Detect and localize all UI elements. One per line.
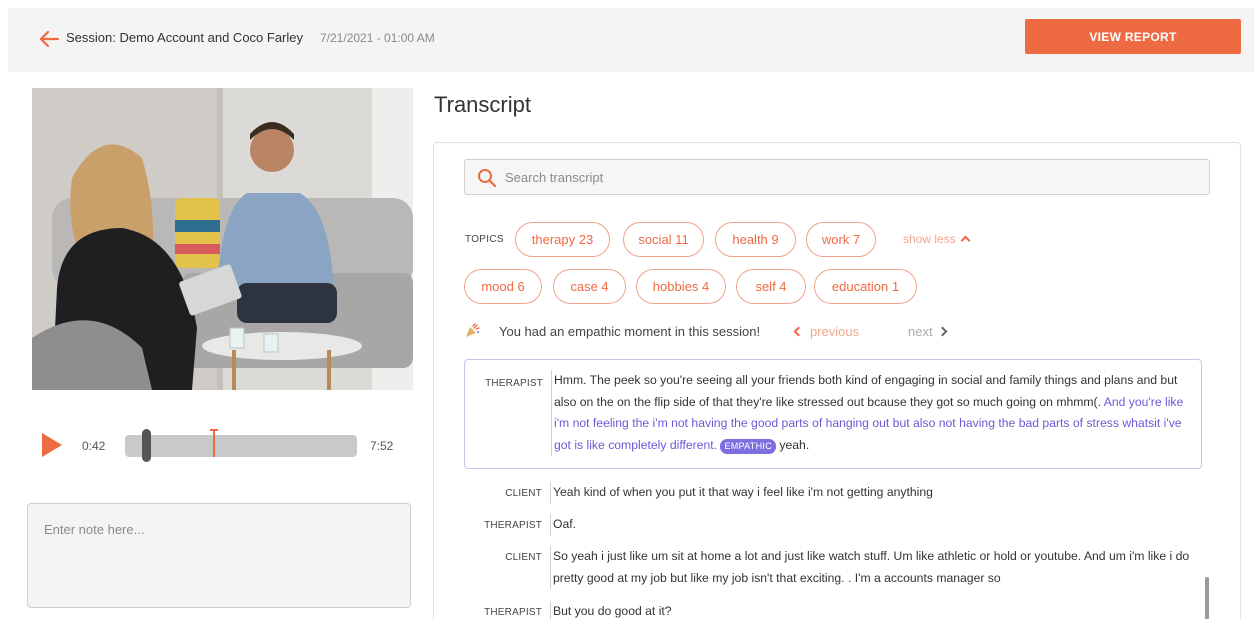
session-date: 7/21/2021 - 01:00 AM xyxy=(320,31,435,45)
topic-chip-health[interactable]: health 9 xyxy=(715,222,796,257)
progress-track[interactable] xyxy=(125,435,357,457)
topic-chip-hobbies[interactable]: hobbies 4 xyxy=(636,269,726,304)
transcript-entry-empathic[interactable]: THERAPIST Hmm. The peek so you're seeing… xyxy=(464,359,1202,469)
session-video[interactable] xyxy=(32,88,413,390)
topic-chip-education[interactable]: education 1 xyxy=(814,269,917,304)
entry-text: Yeah kind of when you put it that way i … xyxy=(550,482,1190,504)
session-header: Session: Demo Account and Coco Farley 7/… xyxy=(8,8,1254,72)
transcript-entries: THERAPIST Hmm. The peek so you're seeing… xyxy=(464,359,1210,619)
topic-chip-case[interactable]: case 4 xyxy=(553,269,626,304)
video-frame xyxy=(32,88,413,390)
speaker-label: THERAPIST xyxy=(484,607,542,618)
show-less-toggle[interactable]: show less xyxy=(903,232,971,246)
search-input[interactable] xyxy=(505,160,1195,194)
play-icon[interactable] xyxy=(42,433,62,457)
empathic-moment-banner: You had an empathic moment in this sessi… xyxy=(464,321,1204,341)
entry-text: Oaf. xyxy=(550,514,1190,536)
view-report-button[interactable]: VIEW REPORT xyxy=(1025,19,1241,54)
session-title: Session: Demo Account and Coco Farley xyxy=(66,30,304,45)
total-time: 7:52 xyxy=(370,439,394,453)
party-popper-icon xyxy=(466,323,480,337)
previous-moment-link[interactable]: previous xyxy=(793,324,859,339)
speaker-label: CLIENT xyxy=(505,552,542,563)
speaker-label: CLIENT xyxy=(505,488,542,499)
entry-text: Hmm. The peek so you're seeing all your … xyxy=(551,370,1191,456)
topics-label: TOPICS xyxy=(465,234,504,245)
speaker-label: THERAPIST xyxy=(485,378,543,389)
transcript-entry[interactable]: THERAPIST Oaf. xyxy=(464,514,1202,538)
topic-chip-social[interactable]: social 11 xyxy=(623,222,704,257)
entry-text: So yeah i just like um sit at home a lot… xyxy=(550,546,1190,589)
transcript-entry[interactable]: CLIENT So yeah i just like um sit at hom… xyxy=(464,546,1202,592)
transcript-entry[interactable]: CLIENT Yeah kind of when you put it that… xyxy=(464,482,1202,506)
speaker-label: THERAPIST xyxy=(484,520,542,531)
chevron-up-icon xyxy=(960,235,971,246)
audio-player: 0:42 7:52 xyxy=(32,425,413,465)
empathic-moment-marker[interactable] xyxy=(210,429,218,457)
progress-thumb[interactable] xyxy=(141,429,151,462)
topic-chip-self[interactable]: self 4 xyxy=(736,269,806,304)
empathic-tag: EMPATHIC xyxy=(720,438,777,454)
search-icon xyxy=(478,169,497,188)
transcript-entry[interactable]: THERAPIST But you do good at it? xyxy=(464,601,1202,619)
entry-text: But you do good at it? xyxy=(550,601,1190,619)
empathic-message: You had an empathic moment in this sessi… xyxy=(499,324,761,339)
topic-chip-work[interactable]: work 7 xyxy=(806,222,876,257)
transcript-scrollbar[interactable] xyxy=(1205,577,1209,619)
chevron-left-icon xyxy=(793,326,804,337)
chevron-right-icon xyxy=(937,326,948,337)
transcript-panel: TOPICS therapy 23 social 11 health 9 wor… xyxy=(433,142,1241,619)
current-time: 0:42 xyxy=(82,439,106,453)
back-arrow-icon[interactable] xyxy=(38,28,60,50)
transcript-search xyxy=(464,159,1210,195)
topic-chip-therapy[interactable]: therapy 23 xyxy=(515,222,610,257)
topic-chip-mood[interactable]: mood 6 xyxy=(464,269,542,304)
transcript-heading: Transcript xyxy=(434,92,531,117)
next-moment-link[interactable]: next xyxy=(908,324,948,339)
note-input[interactable] xyxy=(27,503,411,608)
